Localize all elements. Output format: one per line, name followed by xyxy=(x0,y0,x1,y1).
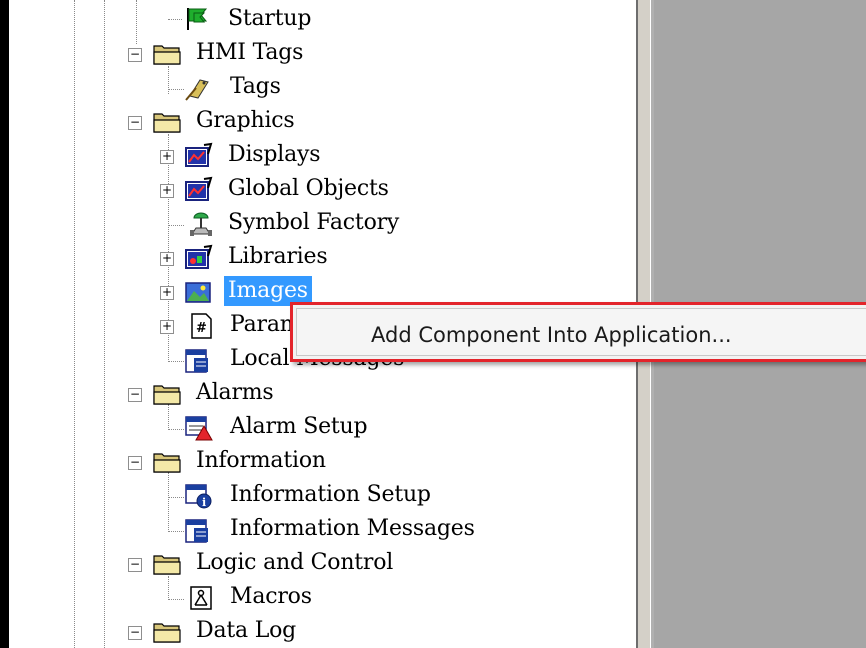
context-menu: Add Component Into Application... xyxy=(290,302,866,362)
symbol-factory-icon xyxy=(190,212,212,236)
tree-connector-information xyxy=(168,472,169,532)
expand-toggle[interactable]: + xyxy=(160,320,174,334)
tree-item-label: Libraries xyxy=(228,244,328,269)
expand-toggle[interactable]: + xyxy=(160,252,174,266)
libraries-icon xyxy=(185,244,213,269)
images-icon xyxy=(185,282,211,303)
tree-item-label: Displays xyxy=(228,142,321,167)
tree-connector-logic xyxy=(168,576,169,598)
tree-item-label: Global Objects xyxy=(228,176,389,201)
tree-item-label: Information Messages xyxy=(230,516,475,541)
tree-item-label: Startup xyxy=(228,6,312,31)
tree-item-label: HMI Tags xyxy=(196,40,304,65)
global-objects-icon xyxy=(185,176,213,201)
tree-connector-startup xyxy=(136,0,137,44)
expand-toggle[interactable]: + xyxy=(160,150,174,164)
local-messages-icon xyxy=(185,349,208,373)
startup-flag-icon xyxy=(187,8,208,30)
folder-open-icon xyxy=(153,555,181,575)
tree-item-label: Alarm Setup xyxy=(230,414,368,439)
information-setup-icon: i xyxy=(185,484,212,509)
svg-text:i: i xyxy=(202,496,206,509)
collapse-toggle[interactable]: − xyxy=(128,48,142,62)
folder-open-icon xyxy=(153,623,181,643)
folder-open-icon xyxy=(153,453,181,473)
folder-open-icon xyxy=(153,45,181,65)
context-menu-body: Add Component Into Application... xyxy=(296,308,866,356)
tree-item-label: Tags xyxy=(230,74,281,99)
tags-icon xyxy=(185,79,209,101)
collapse-toggle[interactable]: − xyxy=(128,388,142,402)
collapse-toggle[interactable]: − xyxy=(128,456,142,470)
collapse-toggle[interactable]: − xyxy=(128,558,142,572)
tree-item-label: Graphics xyxy=(196,108,295,133)
expand-toggle[interactable]: + xyxy=(160,184,174,198)
expand-toggle[interactable]: + xyxy=(160,286,174,300)
tree-connector-level1 xyxy=(104,0,105,648)
parameters-icon: # xyxy=(191,313,212,339)
alarm-setup-icon xyxy=(185,416,213,441)
folder-open-icon xyxy=(153,113,181,133)
tree-item-label: Information Setup xyxy=(230,482,431,507)
displays-icon xyxy=(185,142,213,167)
tree-item-label: Macros xyxy=(230,584,312,609)
tree-item-label: Symbol Factory xyxy=(228,210,400,235)
tree-item-label: Data Log xyxy=(196,618,297,643)
tree-item-label: Logic and Control xyxy=(196,550,394,575)
folder-open-icon xyxy=(153,385,181,405)
menu-item-add-component[interactable]: Add Component Into Application... xyxy=(307,317,866,353)
collapse-toggle[interactable]: − xyxy=(128,626,142,640)
application-explorer-window: Startup − HMI Tags Tags − Graphics + Dis… xyxy=(0,0,866,648)
macros-icon xyxy=(190,586,212,610)
window-left-border xyxy=(0,0,9,648)
tree-item-label: Information xyxy=(196,448,326,473)
tree-connector-root xyxy=(74,0,75,648)
collapse-toggle[interactable]: − xyxy=(128,116,142,130)
information-messages-icon xyxy=(185,519,208,543)
tree-item-label: Alarms xyxy=(196,380,274,405)
svg-text:#: # xyxy=(196,321,207,336)
